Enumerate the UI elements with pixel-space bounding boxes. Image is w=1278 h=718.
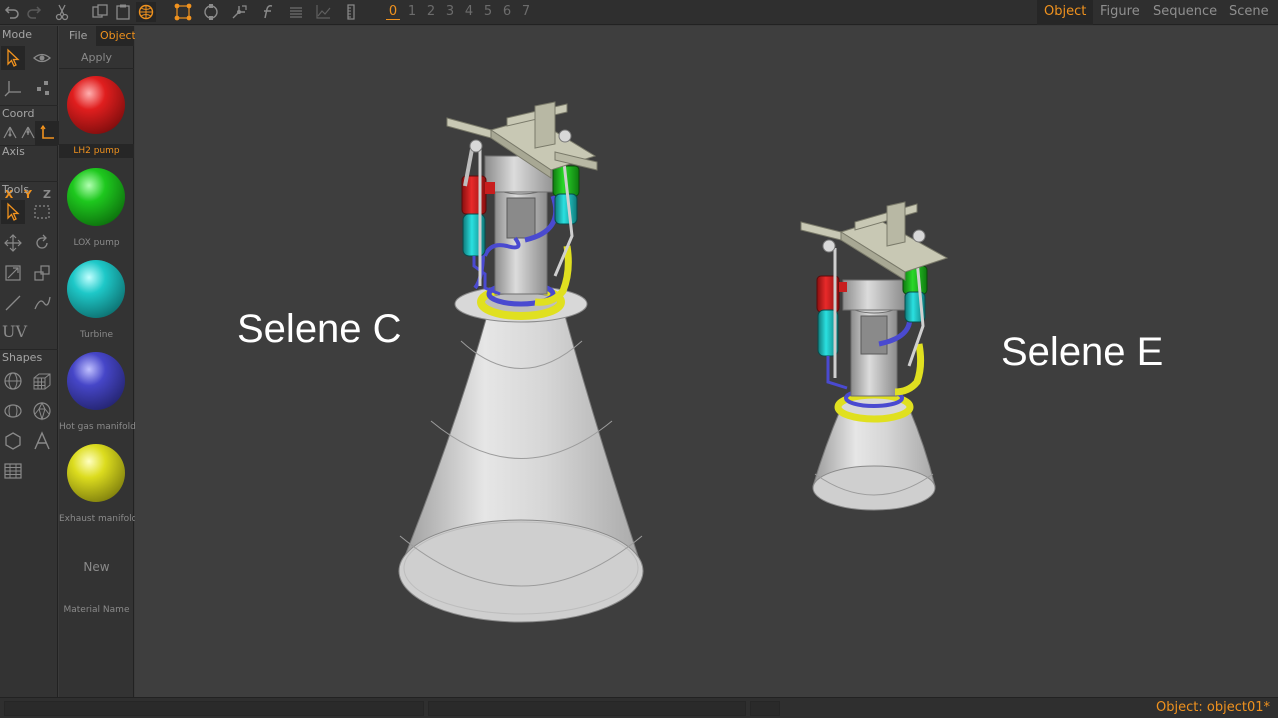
list-icon[interactable] (286, 2, 306, 22)
undo-icon[interactable] (2, 2, 22, 22)
layer-1[interactable]: 1 (405, 4, 419, 19)
material-swatch-lox-pump[interactable] (67, 168, 125, 226)
status-field-2 (428, 701, 746, 716)
material-swatch-exhaust-manifold[interactable] (67, 444, 125, 502)
redo-icon[interactable] (24, 2, 44, 22)
scale-multi-icon[interactable] (30, 261, 54, 285)
eye-icon[interactable] (30, 46, 54, 70)
divider (0, 181, 58, 182)
mode-section-label: Mode (2, 28, 32, 41)
material-label-exhaust-manifold[interactable]: Exhaust manifold (59, 514, 137, 524)
layer-0[interactable]: 0 (386, 4, 400, 20)
layer-3[interactable]: 3 (443, 4, 457, 19)
rotate-view-icon[interactable] (201, 2, 221, 22)
layer-5[interactable]: 5 (481, 4, 495, 19)
axis-section-label: Axis (2, 145, 25, 158)
divider (0, 105, 58, 106)
material-label-hot-gas-manifold[interactable]: Hot gas manifold (59, 422, 136, 432)
copy-icon[interactable] (90, 2, 110, 22)
select-mode-icon[interactable] (136, 2, 156, 22)
status-field-1 (4, 701, 424, 716)
material-name-label: Material Name (63, 605, 130, 615)
torus-shape-icon[interactable] (1, 399, 25, 423)
hexagon-icon[interactable] (1, 429, 25, 453)
tab-file[interactable]: File (69, 29, 87, 42)
scale-icon[interactable] (1, 261, 25, 285)
new-material-button[interactable]: New (59, 560, 134, 574)
axes-icon[interactable] (1, 76, 25, 100)
status-object-name: Object: object01* (1156, 700, 1270, 715)
paste-icon[interactable] (113, 2, 133, 22)
graph-icon[interactable] (313, 2, 333, 22)
pointer-tool-icon[interactable] (1, 200, 25, 224)
grid-box-icon[interactable] (30, 369, 54, 393)
divider (0, 349, 58, 350)
label-selene-c: Selene C (237, 307, 402, 351)
tab-figure[interactable]: Figure (1100, 4, 1140, 19)
coord-section-label: Coord (2, 107, 35, 120)
line-icon[interactable] (1, 291, 25, 315)
select-arrow-icon[interactable] (1, 46, 25, 70)
polyhedron-icon[interactable] (30, 399, 54, 423)
table-grid-icon[interactable] (1, 459, 25, 483)
status-field-3 (750, 701, 780, 716)
engine-selene-e[interactable] (800, 201, 949, 511)
label-selene-e: Selene E (1001, 330, 1164, 374)
layer-4[interactable]: 4 (462, 4, 476, 19)
shapes-section-label: Shapes (2, 351, 43, 364)
vertex-icon[interactable] (173, 2, 193, 22)
transform-icon[interactable] (229, 2, 249, 22)
tool-panel: Mode Coord Axis X Y Z Tools UV Shapes (0, 26, 59, 697)
ruler-icon[interactable] (341, 2, 361, 22)
apply-button[interactable]: Apply (59, 51, 134, 64)
tab-object-materials[interactable]: Object (100, 29, 136, 42)
divider (59, 68, 134, 69)
rotate-icon[interactable] (30, 231, 54, 255)
3d-viewport[interactable]: Selene C Selene E (135, 26, 1278, 697)
status-bar: Object: object01* (0, 697, 1278, 718)
tab-object[interactable]: Object (1044, 4, 1086, 19)
layer-7[interactable]: 7 (519, 4, 533, 19)
cut-icon[interactable] (52, 2, 72, 22)
uv-tool[interactable]: UV (2, 322, 27, 341)
top-toolbar: 0 1 2 3 4 5 6 7 Object Figure Sequence S… (0, 0, 1278, 25)
tab-scene[interactable]: Scene (1229, 4, 1269, 19)
layer-2[interactable]: 2 (424, 4, 438, 19)
material-swatch-lh2-pump[interactable] (67, 76, 125, 134)
material-panel: File Object Apply LH2 pump LOX pump Turb… (59, 26, 137, 697)
material-swatch-turbine[interactable] (67, 260, 125, 318)
material-label-turbine[interactable]: Turbine (59, 330, 134, 340)
curve-icon[interactable] (30, 291, 54, 315)
move-icon[interactable] (1, 231, 25, 255)
material-label-lox-pump[interactable]: LOX pump (59, 238, 134, 248)
material-label-lh2-pump[interactable]: LH2 pump (59, 144, 134, 158)
material-swatch-hot-gas-manifold[interactable] (67, 352, 125, 410)
sphere-shape-icon[interactable] (1, 369, 25, 393)
tab-sequence[interactable]: Sequence (1153, 4, 1217, 19)
layer-6[interactable]: 6 (500, 4, 514, 19)
function-icon[interactable] (258, 2, 278, 22)
tools-section-label: Tools (2, 183, 30, 196)
engine-selene-c[interactable] (398, 101, 644, 623)
rect-select-icon[interactable] (30, 200, 54, 224)
screen-coord-icon[interactable] (35, 121, 59, 145)
points-icon[interactable] (30, 76, 54, 100)
text-shape-icon[interactable] (30, 429, 54, 453)
